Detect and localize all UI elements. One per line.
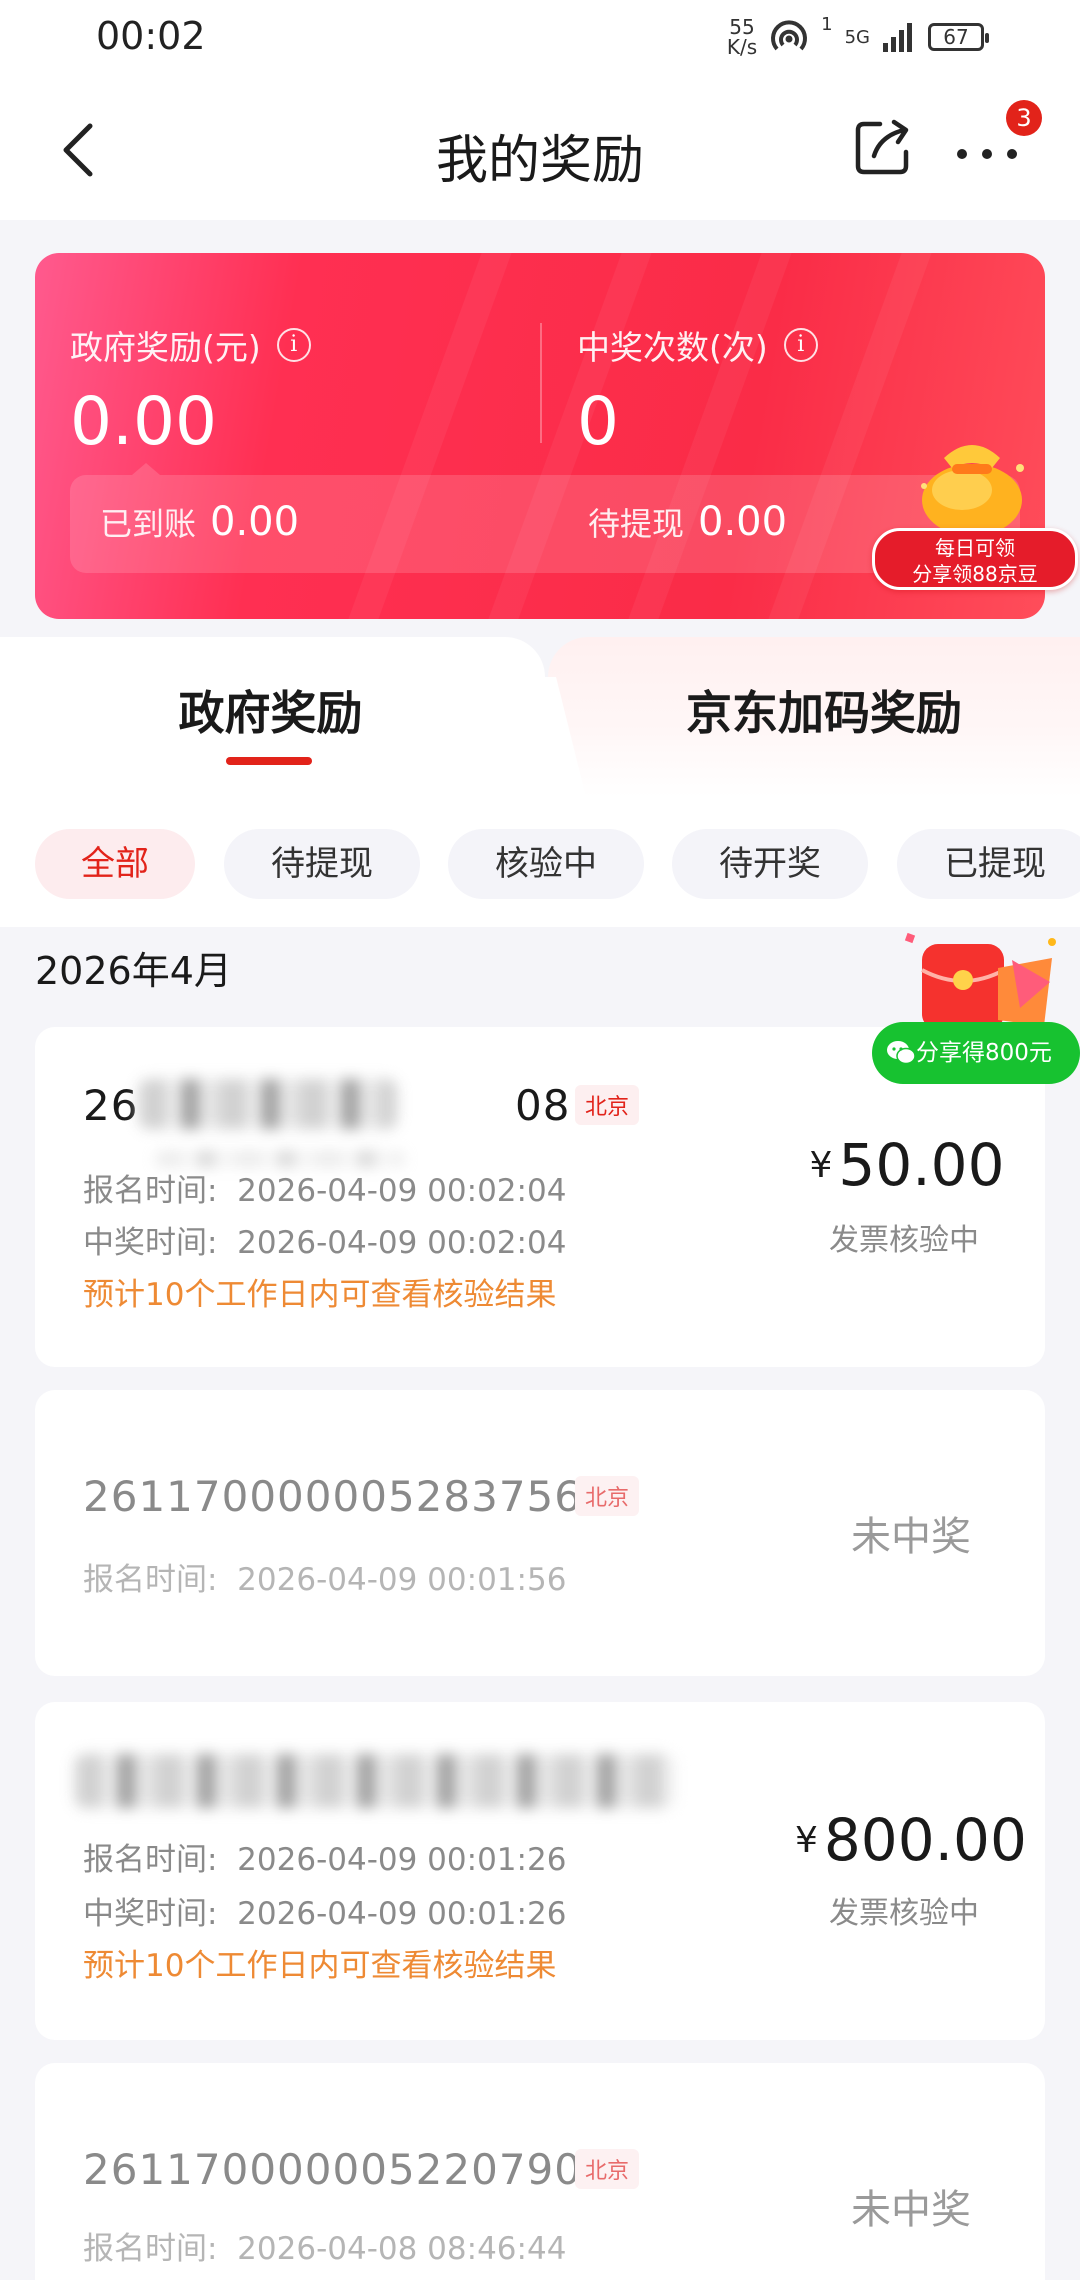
win-time: 中奖时间: 2026-04-09 00:01:26	[83, 1896, 567, 1932]
signup-time: 报名时间: 2026-04-09 00:01:56	[83, 1562, 567, 1598]
signup-time: 报名时间: 2026-04-09 00:02:04	[83, 1173, 567, 1209]
record-status: 未中奖	[851, 1514, 971, 1560]
signal-icon	[883, 23, 912, 52]
record-card[interactable]: 报名时间: 2026-04-09 00:01:26 中奖时间: 2026-04-…	[35, 1702, 1045, 2040]
filter-pending-draw[interactable]: 待开奖	[672, 829, 868, 899]
redacted-id	[139, 1079, 397, 1129]
share-icon[interactable]	[850, 114, 916, 180]
share-gift-badge[interactable]: 分享得800元	[872, 930, 1080, 1086]
lucky-bag-icon	[921, 445, 1024, 536]
page-title: 我的奖励	[435, 131, 644, 191]
record-id: 26117000000528375679	[83, 1472, 638, 1521]
record-id: 26117000000522079018	[83, 2145, 638, 2194]
notification-badge: 3	[1006, 100, 1042, 136]
daily-badge-pill: 每日可领 分享领88京豆	[872, 528, 1078, 590]
wechat-icon	[887, 1041, 916, 1065]
pointer-notch	[132, 463, 160, 475]
filter-all[interactable]: 全部	[35, 829, 195, 899]
hotspot-icon	[771, 20, 808, 51]
redaction-smudge	[155, 1151, 405, 1167]
received-amount: 已到账 0.00	[100, 499, 300, 545]
redacted-id	[75, 1754, 675, 1808]
network-type: 5G	[844, 26, 870, 48]
stat-divider	[540, 323, 542, 443]
record-status: 发票核验中	[829, 1896, 979, 1931]
signal-sup: 1	[821, 14, 833, 35]
status-icons: 55 K/s 1 5G 67	[726, 14, 989, 60]
battery-icon: 67	[928, 23, 989, 51]
status-bar: 00:02 55 K/s 1 5G 67	[0, 0, 1080, 80]
reward-amount: ¥50.00	[809, 1131, 1005, 1199]
verify-hint: 预计10个工作日内可查看核验结果	[83, 1277, 557, 1313]
city-tag: 北京	[575, 1085, 640, 1125]
status-time: 00:02	[96, 14, 206, 58]
record-status: 未中奖	[851, 2187, 971, 2233]
record-card[interactable]: 26117000000522079018 北京 报名时间: 2026-04-08…	[35, 2063, 1045, 2280]
month-header: 2026年4月	[35, 949, 232, 993]
verify-hint: 预计10个工作日内可查看核验结果	[83, 1948, 557, 1984]
active-tab-indicator	[226, 757, 312, 765]
filter-withdrawn[interactable]: 已提现	[897, 829, 1080, 899]
signup-time: 报名时间: 2026-04-08 08:46:44	[83, 2231, 567, 2267]
win-count-label: 中奖次数(次) i	[577, 321, 818, 369]
net-speed: 55 K/s	[726, 15, 758, 59]
win-count-value: 0	[577, 383, 619, 460]
info-icon[interactable]: i	[783, 328, 818, 362]
reward-tabs: 京东加码奖励 政府奖励	[0, 637, 1080, 797]
signup-time: 报名时间: 2026-04-09 00:01:26	[83, 1842, 567, 1878]
share-gift-pill: 分享得800元	[872, 1022, 1080, 1084]
back-icon[interactable]	[50, 118, 110, 182]
record-card[interactable]: 26117000000528375679 北京 报名时间: 2026-04-09…	[35, 1390, 1045, 1676]
status-filter-bar: 全部 待提现 核验中 待开奖 已提现	[0, 797, 1080, 927]
filter-pending-withdraw[interactable]: 待提现	[224, 829, 420, 899]
city-tag: 北京	[575, 2149, 640, 2189]
record-status: 发票核验中	[829, 1223, 979, 1258]
gov-reward-label: 政府奖励(元) i	[70, 321, 311, 369]
win-time: 中奖时间: 2026-04-09 00:02:04	[83, 1225, 567, 1261]
record-id-end: 08	[515, 1081, 571, 1130]
record-id-start: 26	[83, 1081, 139, 1130]
rewards-page: 00:02 55 K/s 1 5G 67 我的奖励 3 政府奖励(元) i 0.…	[0, 0, 1080, 2280]
reward-amount: ¥800.00	[795, 1806, 1027, 1874]
tab-jd-bonus[interactable]: 京东加码奖励	[548, 637, 1080, 797]
daily-jingdou-badge[interactable]: 每日可领 分享领88京豆	[872, 428, 1078, 594]
info-icon[interactable]: i	[276, 328, 311, 362]
pending-amount: 待提现 0.00	[588, 499, 788, 545]
filter-verifying[interactable]: 核验中	[448, 829, 644, 899]
tab-gov-reward[interactable]: 政府奖励	[0, 637, 545, 797]
city-tag: 北京	[575, 1476, 640, 1516]
gov-reward-value: 0.00	[70, 383, 217, 460]
nav-bar: 我的奖励	[0, 80, 1080, 220]
